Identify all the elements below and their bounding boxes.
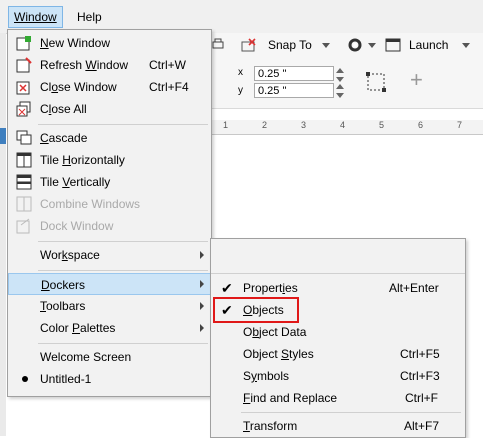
cascade-icon (16, 130, 32, 145)
print-icon[interactable] (212, 38, 224, 50)
menu-help-label: Help (77, 10, 102, 24)
close-window-icon (16, 81, 30, 95)
dockers-submenu: ✔ Properties Alt+Enter ✔ Objects Object … (210, 238, 466, 438)
ruler-label: 7 (457, 120, 463, 130)
submenu-arrow-icon (200, 251, 204, 259)
gear-icon[interactable] (346, 36, 364, 54)
refresh-window-icon (16, 57, 32, 73)
add-button[interactable]: + (410, 67, 423, 93)
window-menu: New Window Refresh Window Ctrl+W Close W… (7, 29, 212, 397)
ruler-label: 6 (418, 120, 424, 130)
active-document-bullet-icon (22, 376, 28, 382)
menu-item-welcome-screen[interactable]: Welcome Screen (8, 346, 211, 368)
menu-item-close-window[interactable]: Close Window Ctrl+F4 (8, 76, 211, 98)
menu-item-refresh-window[interactable]: Refresh Window Ctrl+W (8, 54, 211, 76)
ruler-label: 2 (262, 120, 268, 130)
tile-vertically-icon (16, 174, 32, 190)
close-all-icon (16, 101, 31, 117)
menu-item-transform[interactable]: Transform Alt+F7 (211, 415, 465, 437)
menu-separator (211, 273, 465, 274)
menu-item-dock-window: Dock Window (8, 215, 211, 237)
snap-to-dropdown[interactable]: Snap To (268, 38, 312, 52)
horizontal-ruler: 1 2 3 4 5 6 7 (210, 120, 483, 135)
launch-dropdown[interactable]: Launch (409, 38, 448, 52)
dock-window-icon (16, 218, 30, 234)
y-offset-label: y (238, 85, 243, 96)
menu-separator (241, 412, 461, 413)
launch-icon[interactable] (385, 38, 401, 52)
nudge-bar: x 0.25 " y 0.25 " + (210, 58, 483, 109)
menu-item-properties[interactable]: ✔ Properties Alt+Enter (211, 277, 465, 299)
x-offset-label: x (238, 67, 243, 78)
menu-separator (38, 124, 208, 125)
snap-to-label: Snap To (268, 38, 312, 52)
menu-item-workspace[interactable]: Workspace (8, 244, 211, 266)
frame-select-icon[interactable] (365, 71, 387, 93)
menu-item-toolbars[interactable]: Toolbars (8, 295, 211, 317)
menu-item-object-data[interactable]: Object Data (211, 321, 465, 343)
menu-separator (38, 241, 208, 242)
ruler-label: 1 (223, 120, 229, 130)
submenu-arrow-icon (200, 302, 204, 310)
property-bar: Snap To Launch (210, 33, 483, 58)
ruler-label: 3 (301, 120, 307, 130)
launch-label: Launch (409, 38, 449, 52)
menu-item-cascade[interactable]: Cascade (8, 127, 211, 149)
menu-window[interactable]: Window (8, 6, 63, 28)
new-window-icon (16, 36, 31, 51)
y-offset-input[interactable]: 0.25 " (254, 83, 334, 98)
menu-item-color-palettes[interactable]: Color Palettes (8, 317, 211, 339)
menu-separator (38, 270, 208, 271)
spinner-arrows-icon[interactable] (336, 68, 344, 98)
snap-icon[interactable] (240, 37, 258, 53)
menu-item-find-and-replace[interactable]: Find and Replace Ctrl+F (211, 387, 465, 409)
x-offset-input[interactable]: 0.25 " (254, 66, 334, 81)
chevron-down-icon[interactable] (322, 43, 330, 48)
menu-window-label: Window (14, 10, 57, 24)
menu-item-untitled-1[interactable]: Untitled-1 (8, 368, 211, 390)
submenu-arrow-icon (200, 324, 204, 332)
menu-item-combine-windows: Combine Windows (8, 193, 211, 215)
checkmark-icon: ✔ (221, 280, 233, 296)
menu-item-dockers[interactable]: Dockers (8, 273, 211, 295)
menu-item-close-all[interactable]: Close All (8, 98, 211, 120)
left-tool-indicator (0, 128, 6, 144)
ruler-label: 5 (379, 120, 385, 130)
chevron-down-icon[interactable] (462, 43, 470, 48)
menu-item-new-window[interactable]: New Window (8, 32, 211, 54)
chevron-down-icon[interactable] (368, 43, 376, 48)
submenu-arrow-icon (200, 280, 204, 288)
combine-windows-icon (16, 196, 32, 212)
menu-item-object-styles[interactable]: Object Styles Ctrl+F5 (211, 343, 465, 365)
tile-horizontally-icon (16, 152, 32, 168)
highlight-annotation-box (213, 297, 299, 323)
menu-item-symbols[interactable]: Symbols Ctrl+F3 (211, 365, 465, 387)
menu-separator (38, 343, 208, 344)
menu-item-tile-vertically[interactable]: Tile Vertically (8, 171, 211, 193)
ruler-label: 4 (340, 120, 346, 130)
menu-item-tile-horizontally[interactable]: Tile Horizontally (8, 149, 211, 171)
left-toolbox-strip (0, 33, 6, 436)
menu-help[interactable]: Help (72, 7, 107, 27)
